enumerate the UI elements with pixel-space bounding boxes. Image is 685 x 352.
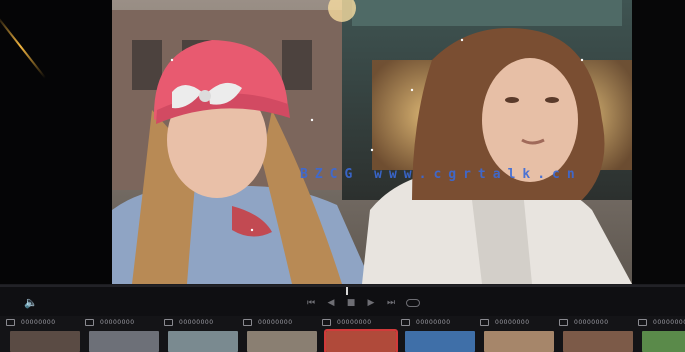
video-preview-frame[interactable]: BZCG www.cgrtalk.cn (112, 0, 632, 284)
clip-thumbnail[interactable] (484, 331, 554, 352)
scrubber-track[interactable] (0, 285, 685, 287)
clip-thumbnail[interactable] (89, 331, 159, 352)
clip-header: 00000000 (478, 316, 554, 329)
viewer-left-margin (0, 0, 112, 284)
light-streak (0, 14, 47, 79)
stop-icon[interactable]: ■ (346, 298, 356, 308)
clip-header: 00000000 (320, 316, 396, 329)
camera-icon (243, 319, 252, 326)
playback-controls: ⏮ ◀ ■ ▶ ⏭ (306, 297, 420, 309)
camera-icon (480, 319, 489, 326)
speaker-icon[interactable]: 🔈 (24, 297, 38, 309)
clip-thumbnail[interactable] (563, 331, 633, 352)
clip-header: 00000000 (399, 316, 475, 329)
step-back-icon[interactable]: ◀ (326, 298, 336, 308)
clip-label: 00000000 (416, 319, 451, 326)
watermark-text: BZCG www.cgrtalk.cn (300, 167, 582, 182)
clip-item[interactable]: 00000000 (478, 316, 554, 352)
clip-header: 00000000 (162, 316, 238, 329)
clip-label: 00000000 (100, 319, 135, 326)
clip-thumbnail[interactable] (642, 331, 685, 352)
camera-icon (85, 319, 94, 326)
playhead-marker[interactable] (346, 287, 348, 295)
clip-header: 00000000 (4, 316, 80, 329)
clip-header: 00000000 (83, 316, 159, 329)
camera-icon (401, 319, 410, 326)
clip-item[interactable]: 00000000 (83, 316, 159, 352)
clip-thumbnail[interactable] (168, 331, 238, 352)
clip-label: 00000000 (574, 319, 609, 326)
clip-item[interactable]: 00000000 (399, 316, 475, 352)
clip-header: 00000000 (636, 316, 685, 329)
clip-thumbnail[interactable] (324, 329, 398, 352)
clip-label: 00000000 (258, 319, 293, 326)
clip-thumbnail[interactable] (10, 331, 80, 352)
step-forward-icon[interactable]: ▶ (366, 298, 376, 308)
clip-thumbnail[interactable] (405, 331, 475, 352)
clip-item[interactable]: 00000000 (241, 316, 317, 352)
video-frame-image (112, 0, 632, 284)
loop-icon[interactable] (406, 299, 420, 307)
camera-icon (322, 319, 331, 326)
clip-item[interactable]: 00000000 (636, 316, 685, 352)
clip-thumbnail[interactable] (247, 331, 317, 352)
camera-icon (6, 319, 15, 326)
next-clip-icon[interactable]: ⏭ (386, 298, 396, 308)
clip-strip: 00000000 00000000 00000000 00000000 00000000… (0, 316, 685, 352)
transport-bar: 🔈 ⏮ ◀ ■ ▶ ⏭ (0, 284, 685, 316)
clip-header: 00000000 (241, 316, 317, 329)
clip-label: 00000000 (179, 319, 214, 326)
clip-item[interactable]: 00000000 (320, 316, 398, 352)
camera-icon (164, 319, 173, 326)
clip-label: 00000000 (495, 319, 530, 326)
clip-label: 00000000 (21, 319, 56, 326)
camera-icon (559, 319, 568, 326)
clip-label: 00000000 (337, 319, 372, 326)
previous-clip-icon[interactable]: ⏮ (306, 298, 316, 308)
clip-header: 00000000 (557, 316, 633, 329)
clip-item[interactable]: 00000000 (162, 316, 238, 352)
clip-item[interactable]: 00000000 (557, 316, 633, 352)
video-editor-window: BZCG www.cgrtalk.cn 🔈 ⏮ ◀ ■ ▶ ⏭ 00000000… (0, 0, 685, 352)
camera-icon (638, 319, 647, 326)
clip-item[interactable]: 00000000 (4, 316, 80, 352)
clip-label: 00000000 (653, 319, 685, 326)
viewer-right-margin (632, 0, 685, 284)
